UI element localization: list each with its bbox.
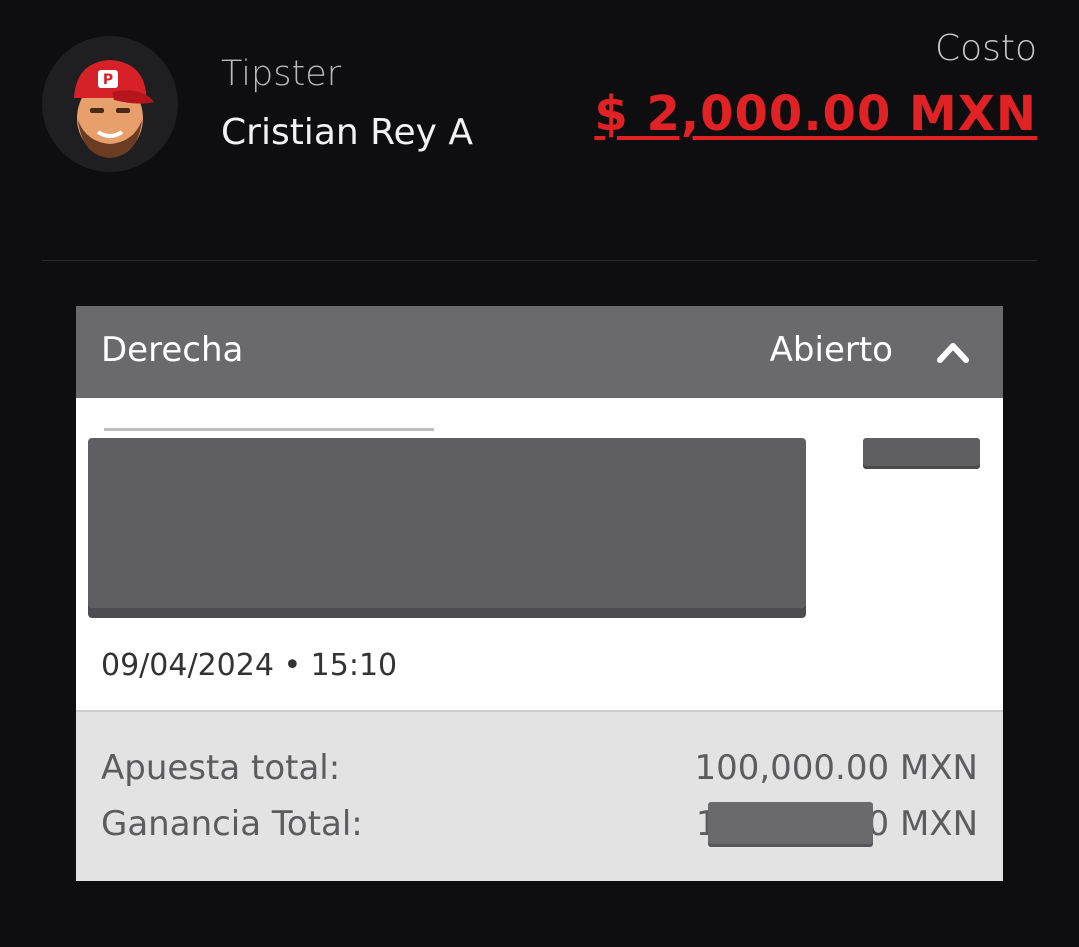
bet-card-header[interactable]: Derecha Abierto	[76, 306, 1003, 398]
cost-label: Costo	[934, 28, 1037, 69]
tipster-avatar[interactable]: P	[42, 36, 178, 172]
winnings-redaction-block	[708, 802, 873, 844]
tipster-label: Tipster	[221, 54, 342, 94]
tip-detail-screen: P Tipster Cristian Rey A Costo $ 2,000.0…	[0, 0, 1079, 947]
cost-value-link[interactable]: $ 2,000.00 MXN	[594, 86, 1037, 142]
total-stake-value: 100,000.00 MXN	[694, 748, 978, 788]
total-winnings-label: Ganancia Total:	[101, 804, 363, 844]
odds-redaction-block	[863, 438, 980, 466]
bet-title: Derecha	[101, 330, 244, 370]
redaction-block	[88, 438, 806, 608]
bet-summary: Apuesta total: 100,000.00 MXN Ganancia T…	[76, 710, 1003, 881]
winnings-suffix: 0 MXN	[867, 804, 979, 844]
svg-text:P: P	[103, 72, 113, 88]
chevron-up-icon[interactable]	[935, 334, 971, 370]
bet-date: 09/04/2024 • 15:10	[101, 648, 398, 683]
tipster-name: Cristian Rey A	[221, 112, 474, 153]
bet-status: Abierto	[769, 330, 893, 370]
cartoon-avatar-icon: P	[42, 36, 178, 172]
total-stake-label: Apuesta total:	[101, 748, 341, 788]
bet-card: Derecha Abierto 09/04/2024 • 15:10 Apues…	[76, 306, 1003, 881]
section-divider	[42, 260, 1037, 261]
bet-card-body: 09/04/2024 • 15:10	[76, 398, 1003, 710]
